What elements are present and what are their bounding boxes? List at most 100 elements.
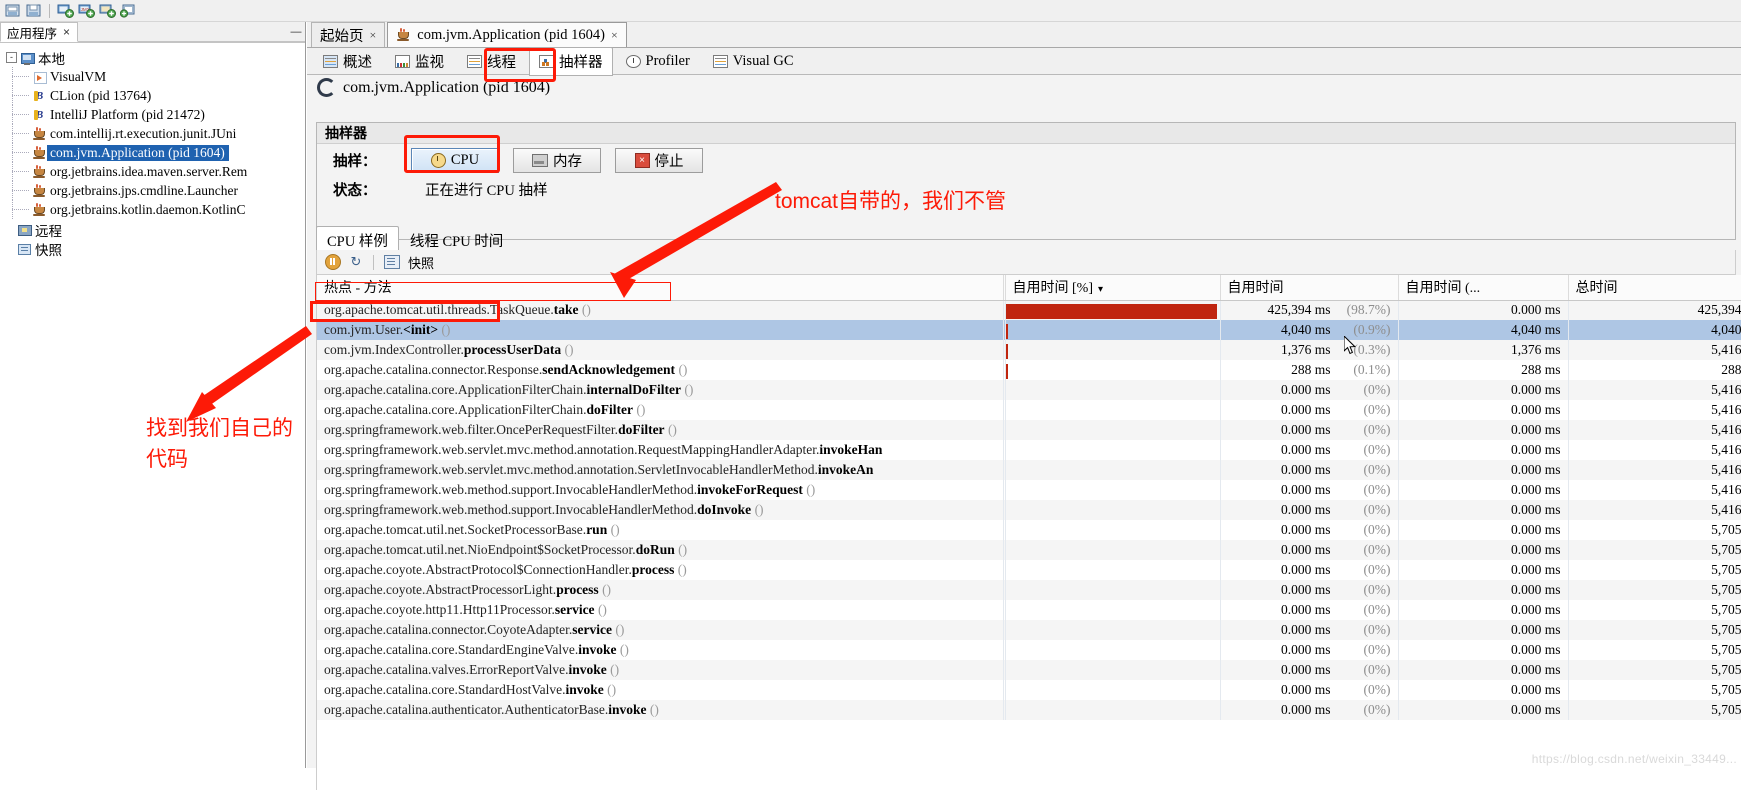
column-header-self-time-cpu[interactable]: 自用时间 (... [1398, 275, 1569, 301]
cell-total-time: 5,705 [1568, 540, 1741, 560]
tab-profiler[interactable]: Profiler [616, 49, 700, 74]
tab-start-page[interactable]: 起始页 × [311, 22, 386, 47]
tree-node-application[interactable]: org.jetbrains.kotlin.daemon.KotlinC [4, 200, 305, 219]
table-row[interactable]: org.springframework.web.method.support.I… [317, 480, 1741, 500]
tab-applications[interactable]: 应用程序 × [0, 22, 79, 42]
cell-self-time-bar [1005, 460, 1221, 480]
stop-sampling-button[interactable]: × 停止 [615, 147, 703, 173]
java-icon [396, 28, 411, 42]
tree-node-application[interactable]: B CLion (pid 13764) [4, 86, 305, 105]
table-row[interactable]: org.apache.tomcat.util.net.NioEndpoint$S… [317, 540, 1741, 560]
table-row[interactable]: org.apache.tomcat.util.threads.TaskQueue… [317, 300, 1741, 320]
table-row[interactable]: org.springframework.web.method.support.I… [317, 500, 1741, 520]
tree-node-application[interactable]: com.jvm.Application (pid 1604) [4, 143, 305, 162]
snapshot-icon[interactable] [384, 255, 400, 269]
table-row[interactable]: org.apache.catalina.core.StandardEngineV… [317, 640, 1741, 660]
expander-icon[interactable]: - [6, 52, 17, 63]
monitor-icon [395, 54, 410, 68]
self-time-value: 1,376 ms [1280, 342, 1331, 357]
tree-node-application[interactable]: com.intellij.rt.execution.junit.JUni [4, 124, 305, 143]
cell-self-time-bar [1005, 680, 1221, 700]
tab-visual-gc-label: Visual GC [732, 52, 794, 69]
tree-node-snapshots[interactable]: 快照 [4, 239, 305, 258]
tab-sampler[interactable]: 抽样器 [529, 46, 613, 76]
hotspots-table: 热点 - 方法 自用时间 [%] ▾ 自用时间 自用时间 (... 总时间 org… [317, 275, 1741, 720]
table-row[interactable]: org.apache.catalina.connector.Response.s… [317, 360, 1741, 380]
cell-self-time: 0.000 ms (0%) [1220, 540, 1399, 560]
self-time-percent: (0%) [1363, 562, 1391, 577]
table-row[interactable]: org.apache.coyote.http11.Http11Processor… [317, 600, 1741, 620]
table-row[interactable]: org.apache.catalina.core.ApplicationFilt… [317, 400, 1741, 420]
minimize-button[interactable]: — [289, 24, 303, 38]
cell-self-time: 0.000 ms (0%) [1220, 700, 1399, 720]
tab-visual-gc[interactable]: Visual GC [703, 49, 804, 74]
add-vm-coredump-icon[interactable] [119, 2, 138, 20]
cell-self-time-cpu: 0.000 ms [1398, 300, 1569, 320]
table-row[interactable]: org.springframework.web.servlet.mvc.meth… [317, 440, 1741, 460]
add-jmx-connection-icon[interactable]: JMX [77, 2, 96, 20]
tree-node-application[interactable]: org.jetbrains.idea.maven.server.Rem [4, 162, 305, 181]
close-icon[interactable]: × [63, 26, 70, 38]
self-time-value: 0.000 ms [1280, 502, 1331, 517]
refresh-icon[interactable]: ↻ [349, 255, 363, 269]
table-row[interactable]: org.springframework.web.filter.OncePerRe… [317, 420, 1741, 440]
tree-node-application[interactable]: VisualVM [4, 67, 305, 86]
tree-node-application[interactable]: org.jetbrains.jps.cmdline.Launcher [4, 181, 305, 200]
table-row[interactable]: org.apache.coyote.AbstractProtocol$Conne… [317, 560, 1741, 580]
table-row[interactable]: com.jvm.IndexController.processUserData … [317, 340, 1741, 360]
method-args: () [607, 682, 617, 697]
cell-method: org.springframework.web.servlet.mvc.meth… [317, 460, 1004, 480]
cell-self-time-bar [1005, 560, 1221, 580]
tab-overview[interactable]: 概述 [313, 47, 382, 76]
clion-icon: B [34, 108, 44, 121]
tab-start-page-label: 起始页 [320, 28, 364, 45]
hotspots-table-container[interactable]: 热点 - 方法 自用时间 [%] ▾ 自用时间 自用时间 (... 总时间 org… [316, 275, 1741, 790]
cell-self-time: 4,040 ms (0.9%) [1220, 320, 1399, 340]
cell-self-time: 1,376 ms (0.3%) [1220, 340, 1399, 360]
close-icon[interactable]: × [611, 29, 618, 41]
cell-method: org.springframework.web.filter.OncePerRe… [317, 420, 1004, 440]
self-time-percent: (0%) [1363, 522, 1391, 537]
add-local-host-icon[interactable] [56, 2, 75, 20]
table-row[interactable]: org.apache.catalina.core.StandardHostVal… [317, 680, 1741, 700]
cell-self-time-cpu: 4,040 ms [1398, 320, 1569, 340]
self-time-percent: (0.3%) [1353, 342, 1391, 357]
cell-self-time-bar [1005, 360, 1221, 380]
open-icon[interactable] [3, 2, 22, 20]
cell-self-time-cpu: 0.000 ms [1398, 480, 1569, 500]
close-icon[interactable]: × [370, 29, 377, 41]
add-remote-host-icon[interactable] [98, 2, 117, 20]
column-header-self-time-pct[interactable]: 自用时间 [%] ▾ [1005, 275, 1221, 301]
table-row[interactable]: org.apache.coyote.AbstractProcessorLight… [317, 580, 1741, 600]
column-header-self-time[interactable]: 自用时间 [1220, 275, 1399, 301]
table-row[interactable]: org.apache.catalina.core.ApplicationFilt… [317, 380, 1741, 400]
pause-icon[interactable] [325, 254, 341, 270]
method-args: () [564, 342, 574, 357]
snapshot-button-label[interactable]: 快照 [408, 253, 434, 272]
tab-application[interactable]: com.jvm.Application (pid 1604) × [387, 22, 627, 47]
local-host-icon [20, 51, 35, 65]
table-row[interactable]: org.apache.catalina.authenticator.Authen… [317, 700, 1741, 720]
table-row[interactable]: org.apache.catalina.connector.CoyoteAdap… [317, 620, 1741, 640]
table-row[interactable]: org.springframework.web.servlet.mvc.meth… [317, 460, 1741, 480]
tree-node-remote[interactable]: 远程 [4, 220, 305, 239]
save-icon[interactable] [24, 2, 43, 20]
tree-node-remote-label: 远程 [35, 223, 62, 239]
method-name: invoke [568, 662, 607, 677]
tree-node-application[interactable]: B IntelliJ Platform (pid 21472) [4, 105, 305, 124]
cpu-sampling-button[interactable]: CPU [411, 147, 499, 173]
tab-threads[interactable]: 线程 [457, 47, 526, 76]
memory-sampling-button[interactable]: 内存 [513, 147, 601, 173]
tree-node-local[interactable]: - 本地 [4, 48, 305, 67]
cell-self-time: 0.000 ms (0%) [1220, 580, 1399, 600]
cell-total-time: 5,705 [1568, 700, 1741, 720]
cell-self-time-cpu: 0.000 ms [1398, 640, 1569, 660]
view-tabbar: 概述 监视 线程 抽样器 Profiler Visual GC [307, 46, 1741, 76]
column-header-total-time[interactable]: 总时间 [1568, 275, 1741, 301]
tab-monitor[interactable]: 监视 [385, 47, 454, 76]
cell-self-time: 0.000 ms (0%) [1220, 640, 1399, 660]
table-row[interactable]: org.apache.tomcat.util.net.SocketProcess… [317, 520, 1741, 540]
table-row[interactable]: org.apache.catalina.valves.ErrorReportVa… [317, 660, 1741, 680]
table-row[interactable]: com.jvm.User.<init> () 4,040 ms (0.9%) 4,04… [317, 320, 1741, 340]
cell-self-time-cpu: 0.000 ms [1398, 580, 1569, 600]
